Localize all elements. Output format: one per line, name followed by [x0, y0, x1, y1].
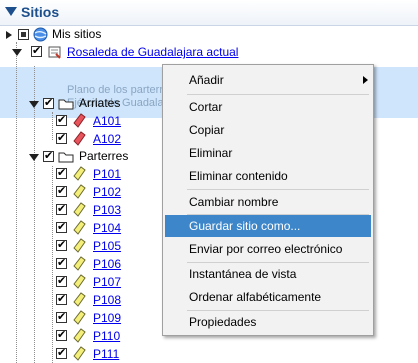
item-link[interactable]: P104 — [93, 221, 121, 235]
menu-item-label: Cambiar nombre — [189, 195, 279, 209]
parterre-shape-icon — [73, 202, 86, 217]
item-link[interactable]: P102 — [93, 185, 121, 199]
item-link[interactable]: A101 — [93, 114, 121, 128]
group-checkbox[interactable] — [43, 96, 54, 109]
menu-item-label: Instantánea de vista — [189, 267, 297, 281]
root-label: Mis sitios — [52, 27, 102, 41]
item-link[interactable]: P106 — [93, 257, 121, 271]
collapse-arrow-icon[interactable] — [29, 101, 39, 108]
menu-item-label: Propiedades — [189, 315, 257, 329]
item-checkbox[interactable] — [56, 346, 67, 359]
parterre-shape-icon — [73, 166, 86, 181]
item-checkbox[interactable] — [56, 238, 67, 251]
globe-icon — [33, 27, 48, 42]
item-checkbox[interactable] — [56, 274, 67, 287]
list-item[interactable]: P111 — [0, 345, 418, 363]
parterre-shape-icon — [73, 292, 86, 307]
item-checkbox[interactable] — [56, 220, 67, 233]
folder-icon — [58, 99, 74, 110]
menu-separator — [187, 189, 369, 190]
menu-item-label: Enviar por correo electrónico — [189, 242, 343, 256]
parterre-shape-icon — [73, 238, 86, 253]
item-checkbox[interactable] — [56, 328, 67, 341]
menu-item-label: Eliminar — [189, 146, 233, 160]
item-checkbox[interactable] — [56, 184, 67, 197]
item-link[interactable]: P110 — [93, 329, 120, 343]
item-link[interactable]: P108 — [93, 293, 121, 307]
menu-item-label: Cortar — [189, 100, 223, 114]
item-link[interactable]: P101 — [93, 167, 121, 181]
parterre-shape-icon — [73, 256, 86, 271]
site-checkbox[interactable] — [31, 44, 42, 57]
item-link[interactable]: P105 — [93, 239, 121, 253]
collapse-arrow-icon[interactable] — [5, 7, 17, 16]
site-name-link[interactable]: Rosaleda de Guadalajara actual — [67, 45, 238, 59]
collapse-arrow-icon[interactable] — [12, 49, 22, 56]
folder-icon — [58, 152, 74, 163]
item-link[interactable]: A102 — [93, 132, 121, 146]
parterre-shape-icon — [73, 328, 86, 343]
menu-item-add[interactable]: Añadir — [165, 69, 371, 91]
submenu-arrow-icon — [363, 76, 368, 84]
menu-item-properties[interactable]: Propiedades — [165, 311, 371, 333]
arriate-shape-icon — [73, 113, 86, 128]
menu-item-delete[interactable]: Eliminar — [165, 142, 371, 164]
menu-item-save-site-as[interactable]: Guardar sitio como... — [165, 215, 371, 237]
menu-item-label: Guardar sitio como... — [189, 219, 301, 233]
item-link[interactable]: P103 — [93, 203, 121, 217]
parterre-shape-icon — [73, 346, 86, 361]
root-checkbox[interactable] — [18, 29, 29, 40]
context-menu: Añadir Cortar Copiar Eliminar Eliminar c… — [162, 64, 374, 336]
parterre-shape-icon — [73, 220, 86, 235]
item-checkbox[interactable] — [56, 292, 67, 305]
item-checkbox[interactable] — [56, 256, 67, 269]
item-link[interactable]: P107 — [93, 275, 121, 289]
item-checkbox[interactable] — [56, 202, 67, 215]
site-row[interactable]: Rosaleda de Guadalajara actual — [0, 43, 418, 61]
tree-root-row[interactable]: Mis sitios — [0, 26, 418, 44]
menu-item-view-snapshot[interactable]: Instantánea de vista — [165, 263, 371, 285]
menu-item-label: Ordenar alfabéticamente — [189, 290, 322, 304]
item-link[interactable]: P111 — [93, 347, 119, 361]
panel-title: Sitios — [21, 4, 60, 20]
menu-separator — [187, 94, 369, 95]
expand-arrow-icon[interactable] — [6, 31, 12, 39]
parterre-shape-icon — [73, 184, 86, 199]
sites-panel-header[interactable]: Sitios — [0, 0, 418, 26]
collapse-arrow-icon[interactable] — [29, 154, 39, 161]
menu-item-sort-alphabetically[interactable]: Ordenar alfabéticamente — [165, 286, 371, 308]
item-link[interactable]: P109 — [93, 311, 121, 325]
parterre-shape-icon — [73, 274, 86, 289]
item-checkbox[interactable] — [56, 166, 67, 179]
parterre-shape-icon — [73, 310, 86, 325]
group-label: Arriates — [79, 96, 121, 110]
item-checkbox[interactable] — [56, 113, 67, 126]
group-checkbox[interactable] — [43, 149, 54, 162]
menu-item-delete-contents[interactable]: Eliminar contenido — [165, 165, 371, 187]
menu-item-rename[interactable]: Cambiar nombre — [165, 191, 371, 213]
arriate-shape-icon — [73, 131, 86, 146]
group-label: Parterres — [79, 149, 129, 163]
site-icon — [48, 46, 61, 59]
item-checkbox[interactable] — [56, 310, 67, 323]
menu-item-copy[interactable]: Copiar — [165, 119, 371, 141]
menu-item-send-email[interactable]: Enviar por correo electrónico — [165, 238, 371, 260]
item-checkbox[interactable] — [56, 131, 67, 144]
menu-item-label: Añadir — [189, 73, 224, 87]
menu-item-cut[interactable]: Cortar — [165, 96, 371, 118]
menu-item-label: Copiar — [189, 123, 225, 137]
menu-item-label: Eliminar contenido — [189, 169, 288, 183]
